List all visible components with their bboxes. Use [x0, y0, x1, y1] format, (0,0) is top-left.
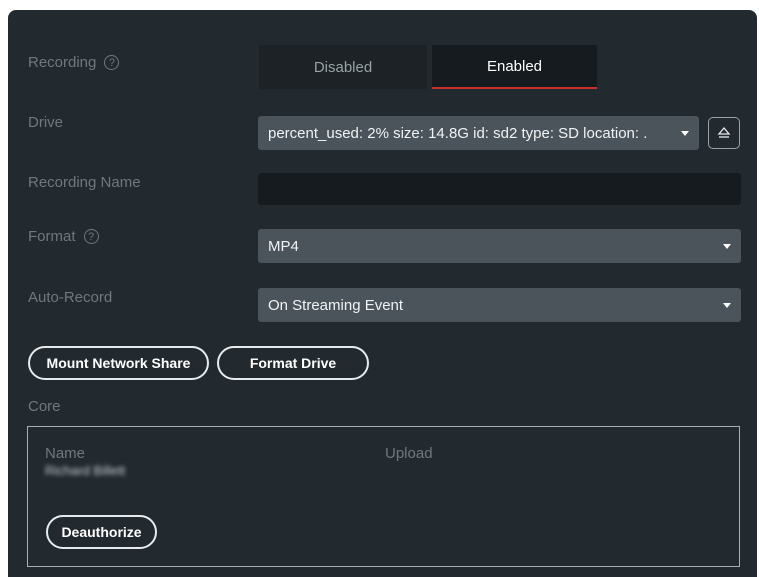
recording-name-label: Recording Name	[28, 174, 141, 191]
recording-disabled-option[interactable]: Disabled	[259, 45, 427, 89]
core-label: Core	[28, 398, 61, 415]
chevron-down-icon	[723, 243, 731, 249]
help-icon[interactable]: ?	[83, 229, 99, 244]
format-select[interactable]: MP4	[258, 229, 741, 263]
format-drive-button[interactable]: Format Drive	[217, 346, 369, 380]
format-label: Format	[28, 228, 76, 245]
chevron-down-icon	[681, 130, 689, 136]
chevron-down-icon	[723, 302, 731, 308]
core-name-header: Name	[45, 445, 86, 462]
eject-icon	[717, 126, 731, 138]
recording-label-row: Recording ?	[28, 54, 120, 71]
format-label-row: Format ?	[28, 228, 99, 245]
recording-enabled-option[interactable]: Enabled	[432, 45, 597, 89]
drive-select-value: percent_used: 2% size: 14.8G id: sd2 typ…	[268, 124, 648, 142]
drive-select[interactable]: percent_used: 2% size: 14.8G id: sd2 typ…	[258, 116, 699, 150]
recording-label: Recording	[28, 54, 97, 71]
core-upload-header: Upload	[385, 445, 433, 462]
format-select-value: MP4	[268, 237, 299, 255]
help-icon[interactable]: ?	[104, 55, 120, 70]
core-name-value: Richard Billett	[45, 463, 126, 478]
eject-button[interactable]	[708, 117, 740, 149]
auto-record-select[interactable]: On Streaming Event	[258, 288, 741, 322]
drive-label: Drive	[28, 114, 64, 131]
deauthorize-button[interactable]: Deauthorize	[46, 515, 157, 549]
auto-record-label: Auto-Record	[28, 289, 113, 306]
recording-settings-panel: Recording ? Disabled Enabled Drive perce…	[8, 10, 757, 577]
mount-network-share-button[interactable]: Mount Network Share	[28, 346, 209, 380]
core-box: Name Upload Richard Billett Deauthorize	[27, 426, 740, 567]
recording-name-input[interactable]	[258, 173, 741, 205]
auto-record-select-value: On Streaming Event	[268, 296, 404, 314]
